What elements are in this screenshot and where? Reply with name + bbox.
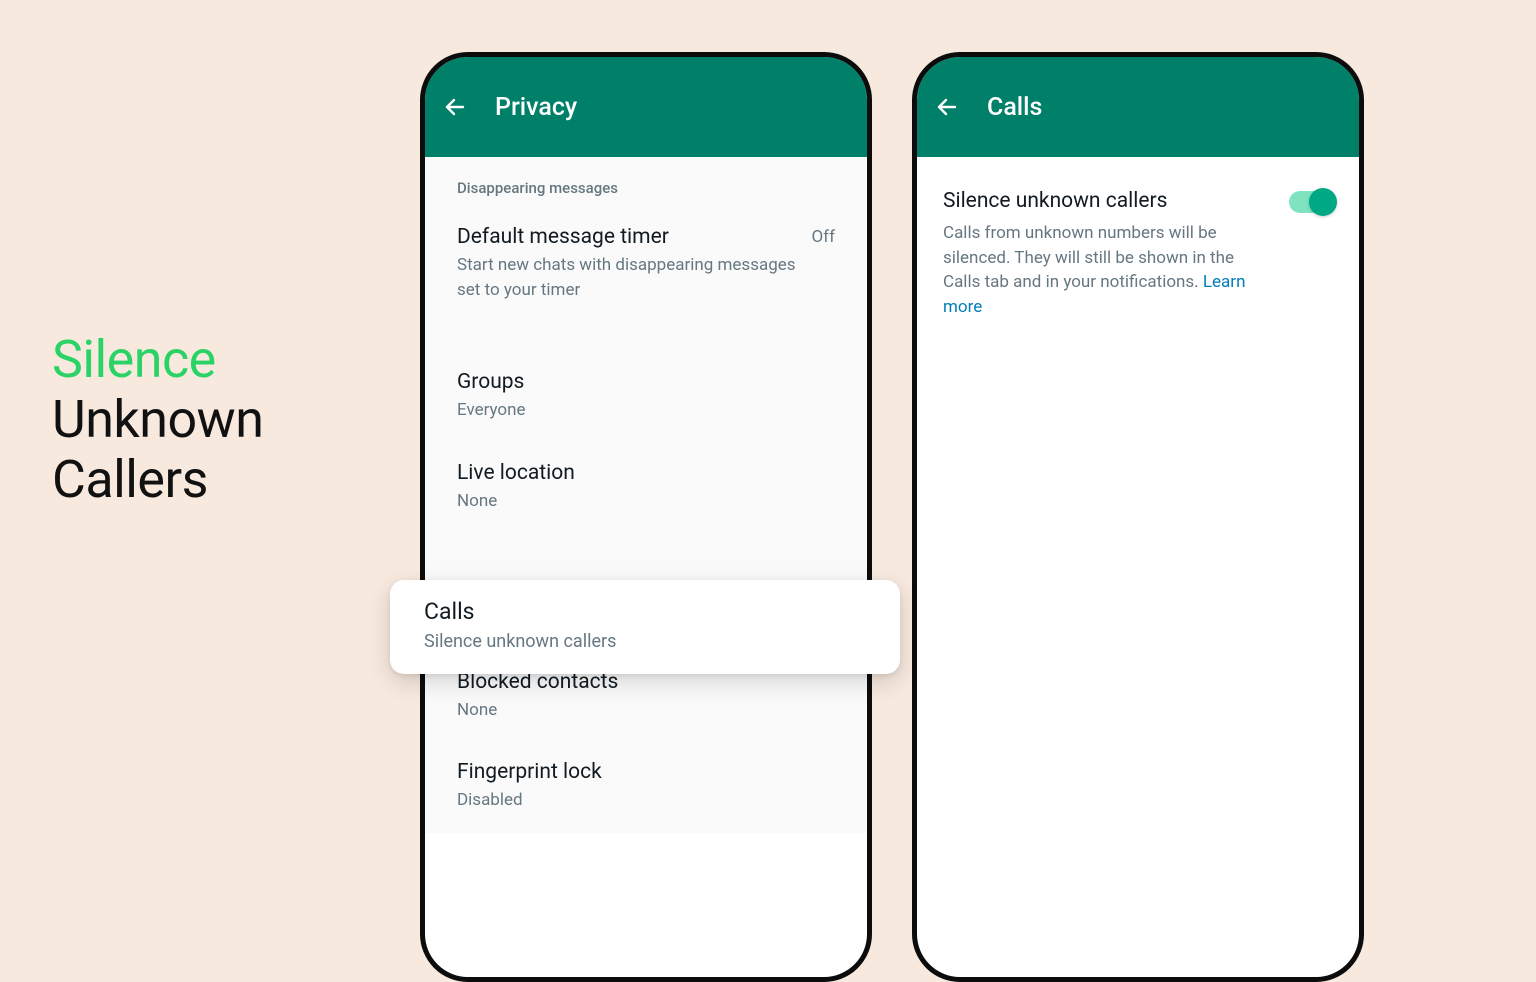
privacy-content: Disappearing messages Default message ti… <box>425 157 867 833</box>
phone-privacy: Privacy Disappearing messages Default me… <box>420 52 872 982</box>
setting-subtitle: Disabled <box>457 788 835 813</box>
phone-calls: Calls Silence unknown callers Calls from… <box>912 52 1364 982</box>
back-arrow-icon[interactable] <box>443 95 467 119</box>
setting-fingerprint-lock[interactable]: Fingerprint lock Disabled <box>425 742 867 833</box>
setting-description: Calls from unknown numbers will be silen… <box>943 221 1275 320</box>
headline-line-2: Unknown <box>52 389 263 450</box>
setting-silence-unknown-callers[interactable]: Silence unknown callers Calls from unkno… <box>917 157 1359 340</box>
setting-groups[interactable]: Groups Everyone <box>425 352 867 443</box>
setting-value: Off <box>811 225 835 247</box>
appbar-calls: Calls <box>917 57 1359 157</box>
setting-subtitle: None <box>457 489 835 514</box>
setting-title: Fingerprint lock <box>457 760 835 784</box>
setting-subtitle: Everyone <box>457 398 835 423</box>
setting-subtitle: None <box>457 698 835 723</box>
setting-title: Live location <box>457 461 835 485</box>
appbar-title: Calls <box>987 93 1042 122</box>
back-arrow-icon[interactable] <box>935 95 959 119</box>
appbar-privacy: Privacy <box>425 57 867 157</box>
appbar-title: Privacy <box>495 93 577 122</box>
setting-title: Silence unknown callers <box>943 189 1275 213</box>
headline-line-3: Callers <box>52 449 208 510</box>
setting-title: Calls <box>424 598 866 625</box>
section-header-disappearing: Disappearing messages <box>425 157 867 207</box>
promo-headline: Silence Unknown Callers <box>52 330 263 509</box>
setting-calls-highlighted[interactable]: Calls Silence unknown callers <box>390 580 900 674</box>
setting-subtitle: Start new chats with disappearing messag… <box>457 253 799 302</box>
setting-title: Default message timer <box>457 225 799 249</box>
setting-default-timer[interactable]: Default message timer Start new chats wi… <box>425 207 867 322</box>
setting-title: Groups <box>457 370 835 394</box>
silence-toggle[interactable] <box>1289 191 1333 213</box>
setting-live-location[interactable]: Live location None <box>425 443 867 534</box>
headline-line-1: Silence <box>52 329 216 390</box>
toggle-thumb <box>1309 188 1337 216</box>
setting-subtitle: Silence unknown callers <box>424 631 866 652</box>
